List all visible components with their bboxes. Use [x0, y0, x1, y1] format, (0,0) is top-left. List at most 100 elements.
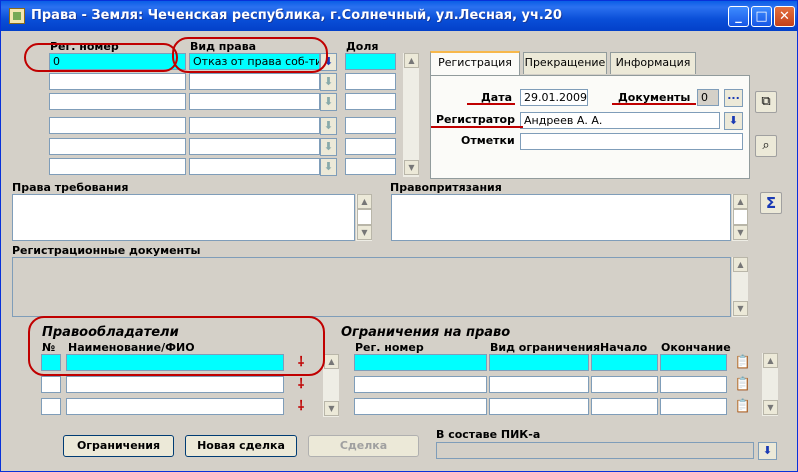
restrictions-button[interactable]: Ограничения: [63, 435, 174, 457]
scroll-thumb[interactable]: [357, 209, 372, 225]
scroll-down-icon[interactable]: ▼: [733, 225, 748, 240]
form-body: Рег. номер Вид права Доля 0 Отказ от пра…: [4, 31, 794, 469]
annotation-oval: [24, 43, 178, 72]
share-cell[interactable]: [345, 117, 396, 134]
documents-browse-button[interactable]: ...: [724, 89, 743, 107]
documents-count: 0: [697, 89, 719, 106]
deal-button[interactable]: Сделка: [308, 435, 419, 457]
reg-number-cell[interactable]: [49, 158, 186, 175]
share-cell[interactable]: [345, 53, 396, 70]
restr-start-cell[interactable]: [591, 376, 658, 393]
restr-col-end: Окончание: [661, 341, 731, 354]
restr-type-cell[interactable]: [489, 354, 589, 371]
restr-start-cell[interactable]: [591, 398, 658, 415]
right-type-cell[interactable]: [189, 158, 320, 175]
date-field[interactable]: 29.01.2009: [520, 89, 588, 106]
share-cell[interactable]: [345, 138, 396, 155]
pretensions-scrollbar[interactable]: ▲ ▼: [731, 194, 748, 241]
holder-no-cell[interactable]: [41, 376, 61, 393]
restr-end-cell[interactable]: [660, 398, 727, 415]
annotation-oval: [28, 316, 325, 376]
right-type-cell[interactable]: [189, 138, 320, 155]
annotation-underline: [467, 103, 515, 105]
right-type-cell[interactable]: [189, 117, 320, 134]
registrar-label: Регистратор: [436, 113, 515, 126]
scroll-down-icon[interactable]: ▼: [404, 160, 419, 175]
pik-dropdown-button[interactable]: ⬇: [758, 442, 777, 460]
scroll-up-icon[interactable]: ▲: [733, 257, 748, 272]
minimize-button[interactable]: _: [728, 6, 749, 27]
scroll-up-icon[interactable]: ▲: [357, 194, 372, 209]
reg-number-cell[interactable]: [49, 117, 186, 134]
new-deal-button[interactable]: Новая сделка: [185, 435, 297, 457]
registrar-field[interactable]: Андреев А. А.: [520, 112, 720, 129]
right-type-cell[interactable]: [189, 93, 320, 110]
notes-field[interactable]: [520, 133, 743, 150]
restr-end-cell[interactable]: [660, 354, 727, 371]
right-type-cell[interactable]: [189, 73, 320, 90]
claims-scrollbar[interactable]: ▲ ▼: [355, 194, 372, 241]
reg-docs-area[interactable]: [12, 257, 731, 317]
right-type-dropdown-button[interactable]: ⬇: [320, 158, 337, 176]
tab-termination[interactable]: Прекращение: [523, 52, 607, 74]
scroll-down-icon[interactable]: ▼: [357, 225, 372, 240]
holder-name-cell[interactable]: [66, 376, 284, 393]
rights-grid-scrollbar[interactable]: ▲ ▼: [402, 53, 419, 177]
title-bar[interactable]: Права - Земля: Чеченская республика, г.С…: [1, 1, 797, 31]
maximize-button[interactable]: □: [751, 6, 772, 27]
holder-action-icon[interactable]: ⸸: [292, 398, 310, 416]
right-type-dropdown-button[interactable]: ⬇: [320, 138, 337, 156]
restr-col-start: Начало: [600, 341, 648, 354]
notes-label: Отметки: [461, 134, 515, 147]
holder-name-cell[interactable]: [66, 398, 284, 415]
pretensions-textarea[interactable]: [391, 194, 731, 241]
share-cell[interactable]: [345, 73, 396, 90]
scroll-up-icon[interactable]: ▲: [404, 53, 419, 68]
restr-reg-cell[interactable]: [354, 398, 487, 415]
pik-label: В составе ПИК-а: [436, 428, 541, 441]
app-icon: [9, 8, 25, 24]
paste-icon[interactable]: 📋: [734, 398, 752, 416]
right-type-dropdown-button[interactable]: ⬇: [320, 117, 337, 135]
pik-field[interactable]: [436, 442, 754, 459]
reg-number-cell[interactable]: [49, 73, 186, 90]
share-cell[interactable]: [345, 158, 396, 175]
restr-start-cell[interactable]: [591, 354, 658, 371]
holder-no-cell[interactable]: [41, 398, 61, 415]
scroll-down-icon[interactable]: ▼: [733, 301, 748, 316]
scroll-up-icon[interactable]: ▲: [733, 194, 748, 209]
paste-icon[interactable]: 📋: [734, 376, 752, 394]
pretensions-label: Правопритязания: [390, 181, 502, 194]
tab-information[interactable]: Информация: [610, 52, 696, 74]
scroll-down-icon[interactable]: ▼: [763, 400, 778, 415]
registrar-dropdown-button[interactable]: ⬇: [724, 112, 743, 130]
scroll-thumb[interactable]: [733, 209, 748, 225]
restr-end-cell[interactable]: [660, 376, 727, 393]
scroll-up-icon[interactable]: ▲: [763, 353, 778, 368]
right-type-dropdown-button[interactable]: ⬇: [320, 93, 337, 111]
copy-icon[interactable]: ⧉: [755, 91, 777, 113]
reg-number-cell[interactable]: [49, 138, 186, 155]
restr-col-type: Вид ограничения: [490, 341, 601, 354]
restr-reg-cell[interactable]: [354, 354, 487, 371]
holder-action-icon[interactable]: ⸸: [292, 376, 310, 394]
sigma-icon[interactable]: Σ: [760, 192, 782, 214]
reg-docs-scrollbar[interactable]: ▲ ▼: [731, 257, 748, 317]
restrictions-scrollbar[interactable]: ▲ ▼: [761, 353, 778, 416]
right-type-dropdown-button[interactable]: ⬇: [320, 73, 337, 91]
scroll-down-icon[interactable]: ▼: [324, 401, 339, 416]
close-button[interactable]: ✕: [774, 6, 795, 27]
restrictions-title: Ограничения на право: [341, 325, 511, 340]
claims-textarea[interactable]: [12, 194, 355, 241]
main-window: Права - Земля: Чеченская республика, г.С…: [0, 0, 798, 472]
window-title: Права - Земля: Чеченская республика, г.С…: [31, 8, 562, 23]
tab-registration[interactable]: Регистрация: [430, 51, 520, 75]
paste-icon[interactable]: 📋: [734, 354, 752, 372]
restr-reg-cell[interactable]: [354, 376, 487, 393]
scroll-up-icon[interactable]: ▲: [324, 354, 339, 369]
restr-type-cell[interactable]: [489, 398, 589, 415]
restr-type-cell[interactable]: [489, 376, 589, 393]
share-cell[interactable]: [345, 93, 396, 110]
search-icon[interactable]: ⌕: [755, 135, 777, 157]
reg-number-cell[interactable]: [49, 93, 186, 110]
